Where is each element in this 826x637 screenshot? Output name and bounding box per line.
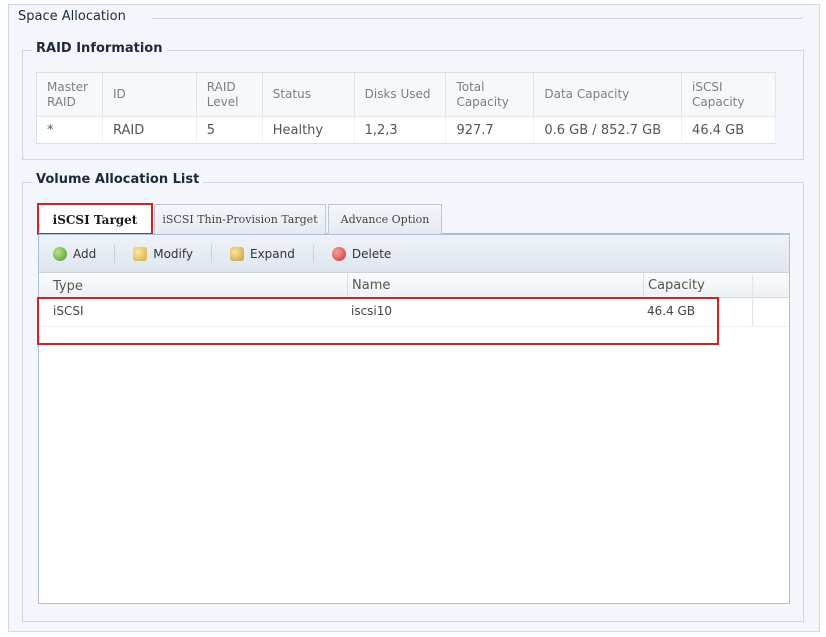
- col-master-raid[interactable]: Master RAID: [36, 72, 103, 117]
- cell-master-raid: *: [36, 116, 103, 144]
- raid-information-table: Master RAID ID RAID Level Status Disks U…: [36, 72, 776, 144]
- add-icon: [53, 246, 67, 261]
- raid-table-header: Master RAID ID RAID Level Status Disks U…: [36, 72, 776, 117]
- delete-label: Delete: [351, 246, 392, 261]
- col-data-capacity[interactable]: Data Capacity: [533, 72, 683, 117]
- raid-information-title: RAID Information: [32, 41, 167, 56]
- toolbar-separator: [114, 244, 116, 263]
- fieldset-border-line: [152, 18, 802, 19]
- col-disks-used[interactable]: Disks Used: [354, 72, 447, 117]
- col-capacity[interactable]: Capacity: [643, 274, 705, 298]
- delete-button[interactable]: Delete: [331, 246, 392, 261]
- col-raid-level[interactable]: RAID Level: [196, 72, 263, 117]
- cell-iscsi-capacity: 46.4 GB: [681, 116, 776, 144]
- modify-label: Modify: [153, 246, 193, 261]
- cell-id: RAID: [102, 116, 197, 144]
- cell-total-capacity: 927.7: [445, 116, 535, 144]
- col-total-capacity[interactable]: Total Capacity: [445, 72, 535, 117]
- active-tab-highlight: [37, 203, 153, 235]
- col-type[interactable]: Type: [53, 279, 83, 294]
- cell-raid-level: 5: [196, 116, 263, 144]
- row-highlight: [37, 297, 719, 345]
- toolbar-separator: [211, 244, 212, 263]
- toolbar-separator: [312, 244, 314, 263]
- volume-allocation-title: Volume Allocation List: [32, 172, 204, 187]
- expand-label: Expand: [250, 246, 295, 261]
- add-label: Add: [73, 246, 97, 261]
- cell-status: Healthy: [262, 116, 355, 144]
- tab-advance-option[interactable]: Advance Option: [328, 204, 442, 234]
- cell-data-capacity: 0.6 GB / 852.7 GB: [533, 116, 683, 144]
- delete-icon: [331, 246, 346, 261]
- add-button[interactable]: Add: [53, 246, 97, 261]
- tab-iscsi-thin-provision-target[interactable]: iSCSI Thin-Provision Target: [154, 204, 326, 234]
- expand-icon: [230, 246, 244, 261]
- modify-button[interactable]: Modify: [133, 246, 193, 261]
- volume-grid-header: Type Name Capacity: [39, 274, 789, 298]
- table-row[interactable]: * RAID 5 Healthy 1,2,3 927.7 0.6 GB / 85…: [36, 116, 776, 144]
- col-status[interactable]: Status: [262, 72, 355, 117]
- col-iscsi-capacity[interactable]: iSCSI Capacity: [681, 72, 776, 117]
- volume-toolbar: Add Modify Expand Delete: [39, 235, 789, 273]
- cell-disks-used: 1,2,3: [354, 116, 447, 144]
- expand-button[interactable]: Expand: [230, 246, 295, 261]
- modify-icon: [133, 246, 148, 261]
- space-allocation-title: Space Allocation: [14, 9, 130, 24]
- col-name[interactable]: Name: [347, 274, 390, 298]
- col-id[interactable]: ID: [102, 72, 197, 117]
